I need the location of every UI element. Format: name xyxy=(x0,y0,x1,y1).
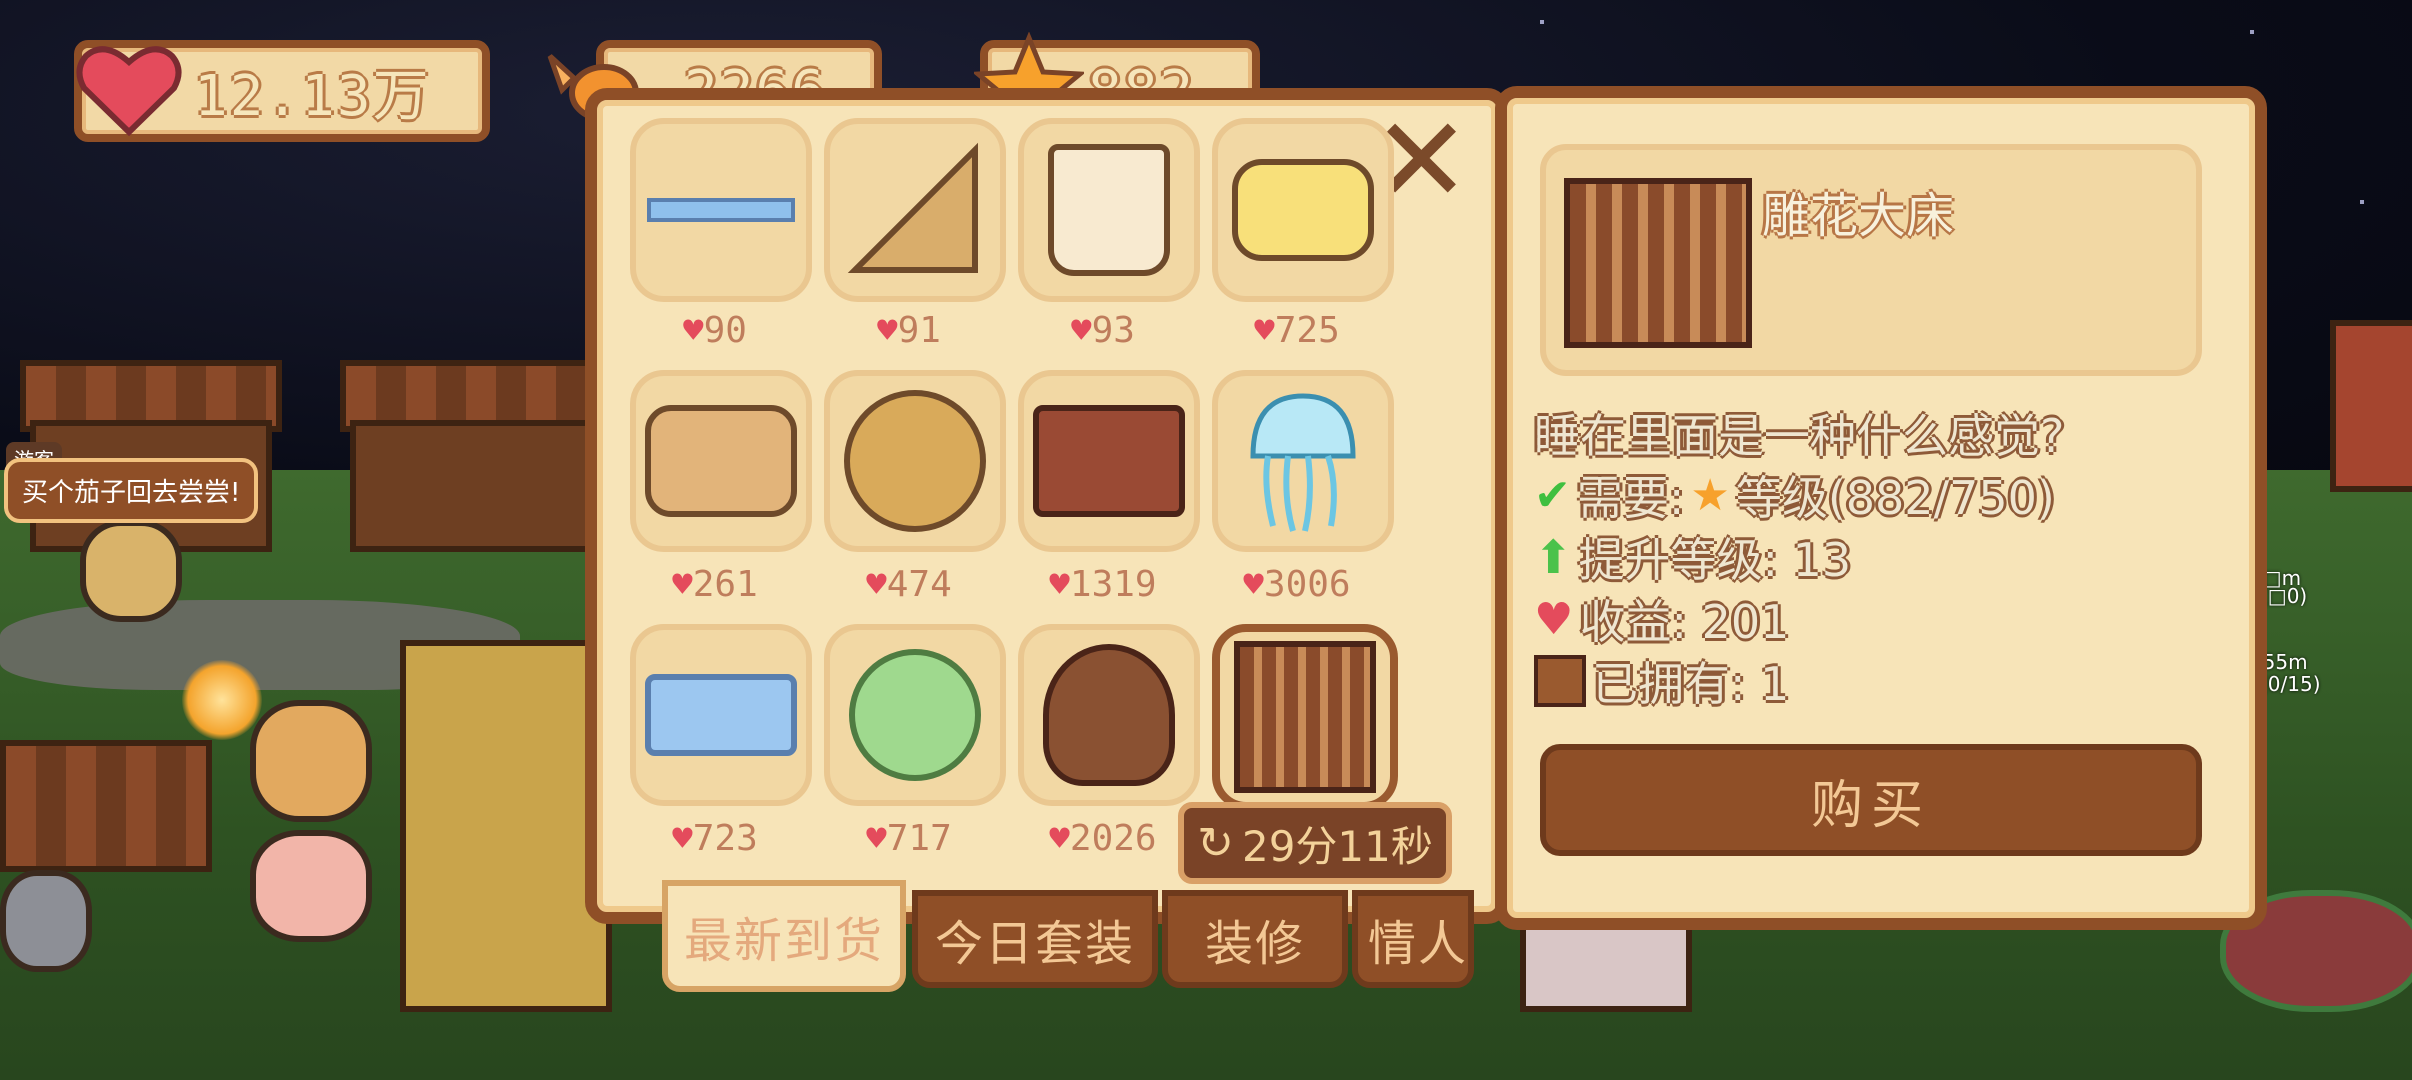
shop-item-yellow-stool[interactable] xyxy=(1212,118,1394,302)
item-price-value: 261 xyxy=(692,564,758,605)
shop-item-blue-table[interactable] xyxy=(630,624,812,806)
heart-icon: ♥ xyxy=(1049,819,1070,859)
item-price-value: 725 xyxy=(1274,310,1340,351)
item-price: ♥725 xyxy=(1202,310,1392,351)
npc-cat-orange[interactable] xyxy=(250,700,372,822)
blue-table-icon xyxy=(645,674,797,756)
shop-item-sprout-slime[interactable] xyxy=(824,624,1006,806)
requirement-value: 等级(882/750) xyxy=(1735,471,2055,525)
item-price-value: 474 xyxy=(886,564,952,605)
wooden-chest-icon xyxy=(1033,405,1185,517)
heart-icon: ♥ xyxy=(1049,565,1070,605)
hearts-counter[interactable]: 12.13万 xyxy=(74,40,490,142)
carved-bed-icon xyxy=(1234,641,1376,793)
item-price: ♥1319 xyxy=(1008,564,1198,605)
heart-icon: ♥ xyxy=(866,819,887,859)
item-owned: 已拥有: 1 xyxy=(1534,648,1789,714)
cat-cushion-icon xyxy=(645,405,797,517)
item-income: ♥ 收益: 201 xyxy=(1534,586,1789,652)
item-price: ♥723 xyxy=(620,818,810,859)
restock-timer-value: 29分11秒 xyxy=(1241,821,1433,871)
lucky-pig-statue xyxy=(250,830,372,942)
tab-daily-set[interactable]: 今日套装 xyxy=(912,890,1158,988)
heart-icon: ♥ xyxy=(866,565,887,605)
heart-icon: ♥ xyxy=(672,565,693,605)
up-arrow-icon: ⬆ xyxy=(1534,530,1573,584)
tab-decoration[interactable]: 装修 xyxy=(1162,890,1348,988)
shop-item-cat-cushion[interactable] xyxy=(630,370,812,552)
restock-timer: ↻ 29分11秒 xyxy=(1178,802,1452,884)
item-level-up: ⬆ 提升等级: 13 xyxy=(1534,524,1851,590)
heart-icon: ♥ xyxy=(683,311,704,351)
daruma-doll-icon xyxy=(844,390,986,532)
shop-item-jellyfish-lamp[interactable] xyxy=(1212,370,1394,552)
shop-item-rice-cooker[interactable] xyxy=(1018,118,1200,302)
level-up-text: 提升等级: 13 xyxy=(1578,533,1852,587)
carved-bed-preview-icon xyxy=(1564,178,1752,348)
income-text: 收益: 201 xyxy=(1579,595,1790,649)
red-house xyxy=(2330,320,2412,492)
heart-icon: ♥ xyxy=(1243,565,1264,605)
item-requirement: ✔ 需要: ★ 等级(882/750) xyxy=(1534,462,2055,528)
item-price: ♥717 xyxy=(814,818,1004,859)
item-price-value: 91 xyxy=(897,310,941,351)
item-price: ♥261 xyxy=(620,564,810,605)
wooden-ramp-icon xyxy=(847,142,978,273)
item-description: 睡在里面是一种什么感觉? xyxy=(1534,409,2065,463)
item-price-value: 90 xyxy=(703,310,747,351)
hearts-value: 12.13万 xyxy=(194,63,431,129)
yellow-stool-icon xyxy=(1232,159,1374,261)
npc-speech-bubble[interactable]: 买个茄子回去尝尝! xyxy=(4,458,259,523)
bed-small-icon xyxy=(1534,655,1586,707)
mushroom-cat-icon xyxy=(1043,644,1175,786)
npc-cat-vendor[interactable] xyxy=(80,520,182,622)
shop-item-wooden-ramp[interactable] xyxy=(824,118,1006,302)
item-price-value: 1319 xyxy=(1069,564,1157,605)
star-sparkle xyxy=(2250,30,2254,34)
item-price-value: 723 xyxy=(692,818,758,859)
heart-icon: ♥ xyxy=(877,311,898,351)
tab-valentine[interactable]: 情人 xyxy=(1352,890,1474,988)
item-price-value: 2026 xyxy=(1069,818,1157,859)
rice-cooker-icon xyxy=(1048,144,1170,276)
heart-icon: ♥ xyxy=(1534,593,1574,645)
requirement-label: 需要: xyxy=(1576,471,1685,525)
item-price-value: 93 xyxy=(1091,310,1135,351)
check-icon: ✔ xyxy=(1534,469,1571,521)
item-price: ♥3006 xyxy=(1202,564,1392,605)
shop-item-mushroom-cat[interactable] xyxy=(1018,624,1200,806)
star-sparkle xyxy=(1540,20,1544,24)
shop-item-shelf-board[interactable] xyxy=(630,118,812,302)
item-price-value: 717 xyxy=(886,818,952,859)
buy-button[interactable]: 购买 xyxy=(1540,744,2202,856)
sprout-slime-icon xyxy=(849,649,981,781)
item-price: ♥93 xyxy=(1008,310,1198,351)
shelf-board-icon xyxy=(647,198,795,222)
item-price: ♥2026 xyxy=(1008,818,1198,859)
shop-item-carved-bed-selected[interactable] xyxy=(1212,624,1398,810)
shop-item-wooden-chest[interactable] xyxy=(1018,370,1200,552)
owned-text: 已拥有: 1 xyxy=(1592,657,1790,711)
yellow-house[interactable] xyxy=(400,640,612,1012)
item-name: 雕花大床 xyxy=(1762,188,1955,244)
heart-icon: ♥ xyxy=(1071,311,1092,351)
house-roof xyxy=(0,740,212,872)
jellyfish-icon xyxy=(1250,393,1356,532)
npc-cat-gray[interactable] xyxy=(0,870,92,972)
item-price: ♥474 xyxy=(814,564,1004,605)
star-sparkle xyxy=(2360,200,2364,204)
tab-new-arrivals[interactable]: 最新到货 xyxy=(662,880,906,992)
street-lamp-icon xyxy=(182,660,262,740)
refresh-icon: ↻ xyxy=(1197,817,1234,869)
heart-icon xyxy=(76,46,182,137)
heart-icon: ♥ xyxy=(672,819,693,859)
item-price: ♥90 xyxy=(620,310,810,351)
item-price: ♥91 xyxy=(814,310,1004,351)
heart-icon: ♥ xyxy=(1254,311,1275,351)
item-price-value: 3006 xyxy=(1263,564,1351,605)
market-stall[interactable] xyxy=(350,420,592,552)
shop-item-daruma-doll[interactable] xyxy=(824,370,1006,552)
star-icon: ★ xyxy=(1690,469,1730,521)
